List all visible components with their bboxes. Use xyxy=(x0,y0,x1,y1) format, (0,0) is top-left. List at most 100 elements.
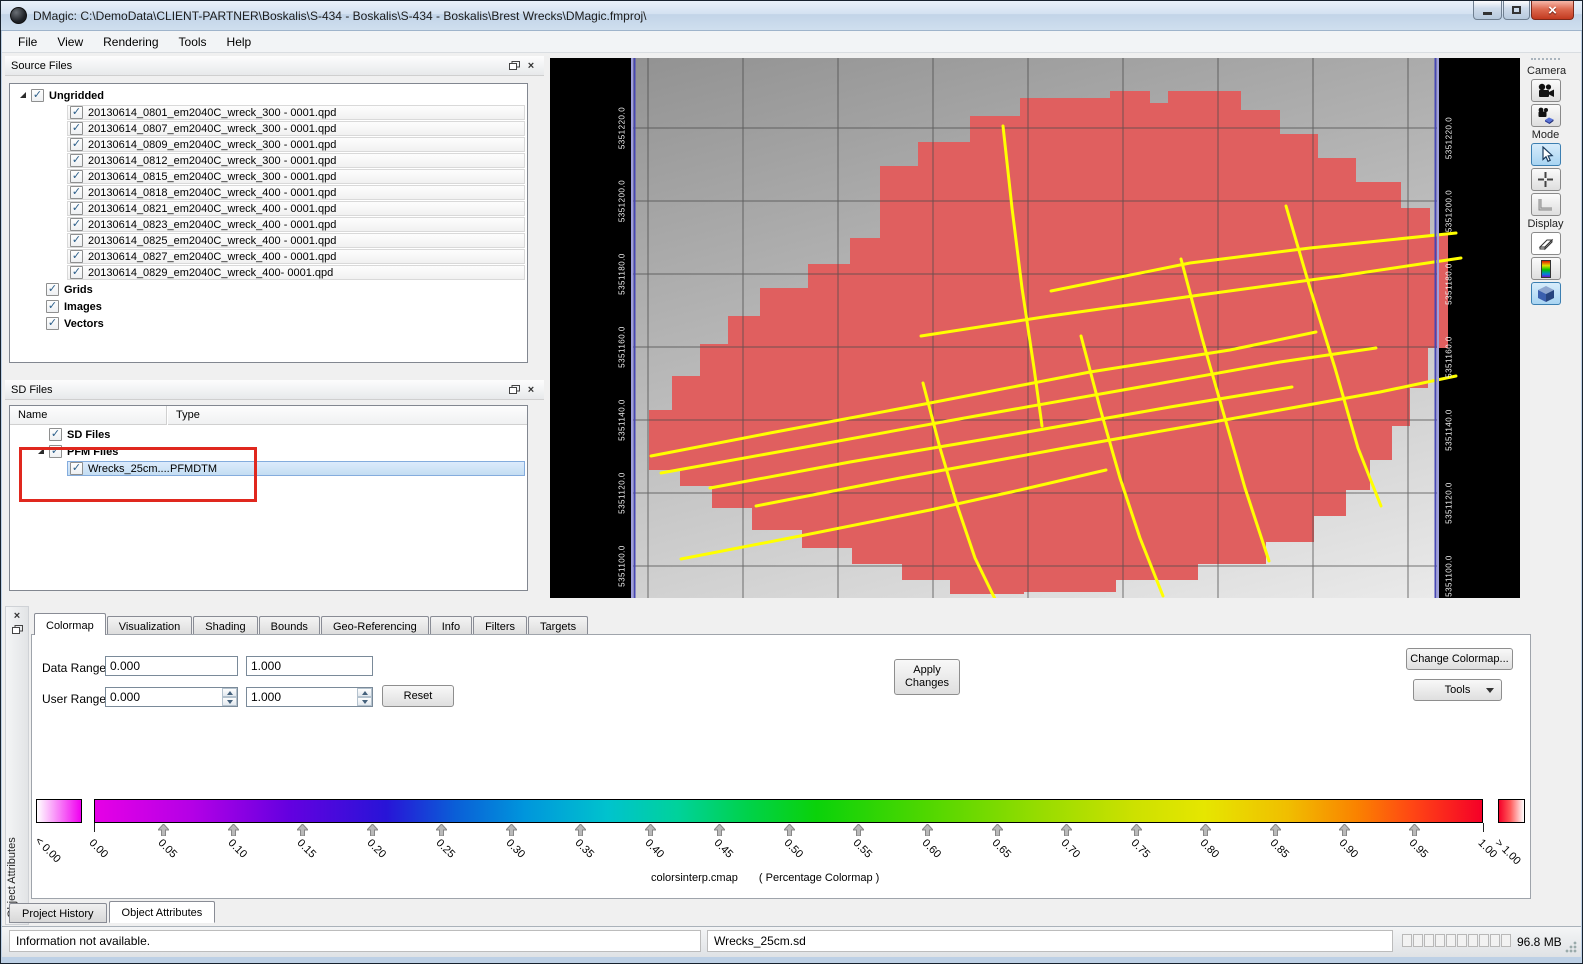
source-file-row[interactable]: ✓20130614_0807_em2040C_wreck_300 - 0001.… xyxy=(67,121,525,136)
title-bar[interactable]: DMagic: C:\DemoData\CLIENT-PARTNER\Boska… xyxy=(1,1,1582,31)
menu-rendering[interactable]: Rendering xyxy=(93,32,168,52)
checkbox-checked[interactable]: ✓ xyxy=(31,89,44,102)
tab-visualization[interactable]: Visualization xyxy=(107,616,193,635)
checkbox-checked[interactable]: ✓ xyxy=(70,202,83,215)
source-file-row[interactable]: ✓ 20130614_0823_em2040C_wreck_400 - 0001.… xyxy=(67,217,525,232)
float-panel-icon[interactable] xyxy=(6,625,28,638)
close-panel-icon[interactable]: × xyxy=(524,59,538,73)
sd-row-wrecks-25cm-[interactable]: ✓Wrecks_25cm....PFMDTM xyxy=(67,461,525,476)
tab-object-attributes[interactable]: Object Attributes xyxy=(109,901,216,923)
source-file-row[interactable]: ✓20130614_0821_em2040C_wreck_400 - 0001.… xyxy=(67,201,525,216)
minimize-button[interactable] xyxy=(1473,1,1502,20)
checkbox-checked[interactable]: ✓ xyxy=(70,266,83,279)
apply-changes-button[interactable]: Apply Changes xyxy=(894,659,960,695)
menu-view[interactable]: View xyxy=(47,32,93,52)
tab-project-history[interactable]: Project History xyxy=(9,903,107,923)
checkbox-checked[interactable]: ✓ xyxy=(70,218,83,231)
menu-file[interactable]: File xyxy=(8,32,47,52)
display-colorbar-button[interactable] xyxy=(1531,257,1561,280)
source-file-row[interactable]: ✓20130614_0829_em2040C_wreck_400- 0001.q… xyxy=(67,265,525,280)
tab-geo-referencing[interactable]: Geo-Referencing xyxy=(321,616,429,635)
checkbox-checked[interactable]: ✓ xyxy=(70,154,83,167)
mode-crosshair-button[interactable] xyxy=(1531,168,1561,191)
source-file-row[interactable]: ✓20130614_0827_em2040C_wreck_400 - 0001.… xyxy=(67,249,525,264)
tab-filters[interactable]: Filters xyxy=(473,616,527,635)
restore-button[interactable] xyxy=(1503,1,1530,20)
mode-select-button[interactable] xyxy=(1531,143,1561,166)
float-panel-icon[interactable] xyxy=(507,59,521,73)
display-eraser-button[interactable] xyxy=(1531,232,1561,255)
map-view[interactable]: 5351220.05351200.05351180.05351160.05351… xyxy=(550,58,1520,598)
map-graphics xyxy=(550,58,1520,598)
toolbar-drag-handle[interactable] xyxy=(1531,58,1560,62)
column-header-type[interactable]: Type xyxy=(168,406,527,425)
data-range-min-input[interactable] xyxy=(105,656,238,676)
tree-item-label: Grids xyxy=(64,284,93,296)
tab-shading[interactable]: Shading xyxy=(193,616,257,635)
tree-item-images[interactable]: ✓Images xyxy=(10,298,527,315)
colorbar-tick-mark xyxy=(94,823,95,832)
source-file-row[interactable]: ✓20130614_0825_em2040C_wreck_400 - 0001.… xyxy=(67,233,525,248)
user-range-max-input[interactable] xyxy=(246,687,373,707)
checkbox-checked[interactable]: ✓ xyxy=(46,317,59,330)
sd-row-sd-files[interactable]: ✓SD Files xyxy=(10,426,527,443)
close-panel-icon[interactable]: × xyxy=(6,610,28,622)
checkbox-checked[interactable]: ✓ xyxy=(70,138,83,151)
expander-icon[interactable] xyxy=(20,92,26,98)
sd-row-pfm-files[interactable]: ✓PFM Files xyxy=(10,443,527,460)
checkbox-checked[interactable]: ✓ xyxy=(70,106,83,119)
tree-item-vectors[interactable]: ✓Vectors xyxy=(10,315,527,332)
column-header-name[interactable]: Name xyxy=(10,406,167,425)
checkbox-checked[interactable]: ✓ xyxy=(70,122,83,135)
source-file-name: 20130614_0809_em2040C_wreck_300 - 0001.q… xyxy=(88,139,336,151)
user-range-max-spinner[interactable] xyxy=(357,688,372,706)
camera-cube-icon xyxy=(1536,107,1556,124)
tab-colormap[interactable]: Colormap xyxy=(34,613,106,635)
checkbox-checked[interactable]: ✓ xyxy=(70,170,83,183)
source-file-row[interactable]: ✓ 20130614_0809_em2040C_wreck_300 - 0001.… xyxy=(67,137,525,152)
user-range-min-spinner[interactable] xyxy=(222,688,237,706)
source-file-row[interactable]: ✓20130614_0801_em2040C_wreck_300 - 0001.… xyxy=(67,105,525,120)
tools-dropdown-button[interactable]: Tools xyxy=(1413,679,1502,701)
tab-targets[interactable]: Targets xyxy=(528,616,588,635)
close-button[interactable]: × xyxy=(1531,1,1574,20)
change-colormap-button[interactable]: Change Colormap... xyxy=(1406,648,1513,670)
tree-item-ungridded[interactable]: ✓Ungridded xyxy=(10,87,527,104)
checkbox-checked[interactable]: ✓ xyxy=(70,234,83,247)
expander-icon[interactable] xyxy=(38,448,44,454)
tab-bounds[interactable]: Bounds xyxy=(259,616,320,635)
checkbox-checked[interactable]: ✓ xyxy=(49,428,62,441)
source-file-name: 20130614_0823_em2040C_wreck_400 - 0001.q… xyxy=(88,219,336,231)
data-range-max-input[interactable] xyxy=(246,656,373,676)
sd-files-table: Name Type ✓SD Files✓PFM Files✓Wrecks_25c… xyxy=(9,405,528,591)
source-file-row[interactable]: ✓20130614_0815_em2040C_wreck_300 - 0001.… xyxy=(67,169,525,184)
colorbar-gradient[interactable] xyxy=(94,799,1483,823)
source-file-row[interactable]: ✓20130614_0812_em2040C_wreck_300 - 0001.… xyxy=(67,153,525,168)
camera-view-button[interactable] xyxy=(1531,79,1561,102)
right-toolbar: Camera Mode xyxy=(1527,56,1564,307)
checkbox-checked[interactable]: ✓ xyxy=(70,186,83,199)
reset-button[interactable]: Reset xyxy=(382,685,454,707)
right-axis-label: 5351220.0 xyxy=(1445,117,1454,159)
user-range-min-input[interactable] xyxy=(105,687,238,707)
camera-target-button[interactable] xyxy=(1531,104,1561,127)
checkbox-checked[interactable]: ✓ xyxy=(70,462,83,475)
source-file-row[interactable]: ✓20130614_0818_em2040C_wreck_400 - 0001.… xyxy=(67,185,525,200)
checkbox-checked[interactable]: ✓ xyxy=(46,300,59,313)
checkbox-checked[interactable]: ✓ xyxy=(46,283,59,296)
float-panel-icon[interactable] xyxy=(507,383,521,397)
resize-grip[interactable] xyxy=(1565,941,1577,953)
checkbox-checked[interactable]: ✓ xyxy=(49,445,62,458)
bottom-dock-side-strip: × Object Attributes xyxy=(5,606,29,925)
tree-item-grids[interactable]: ✓ Grids xyxy=(10,281,527,298)
chevron-down-icon xyxy=(1486,688,1494,693)
menu-help[interactable]: Help xyxy=(217,32,262,52)
checkbox-checked[interactable]: ✓ xyxy=(70,250,83,263)
menu-tools[interactable]: Tools xyxy=(169,32,217,52)
display-group-label: Display xyxy=(1527,218,1564,230)
close-panel-icon[interactable]: × xyxy=(524,383,538,397)
mode-measure-button[interactable] xyxy=(1531,193,1561,216)
colorbar-caption: colorsinterp.cmap ( Percentage Colormap … xyxy=(651,872,879,884)
tab-info[interactable]: Info xyxy=(430,616,472,635)
display-surface-button[interactable] xyxy=(1531,282,1561,305)
